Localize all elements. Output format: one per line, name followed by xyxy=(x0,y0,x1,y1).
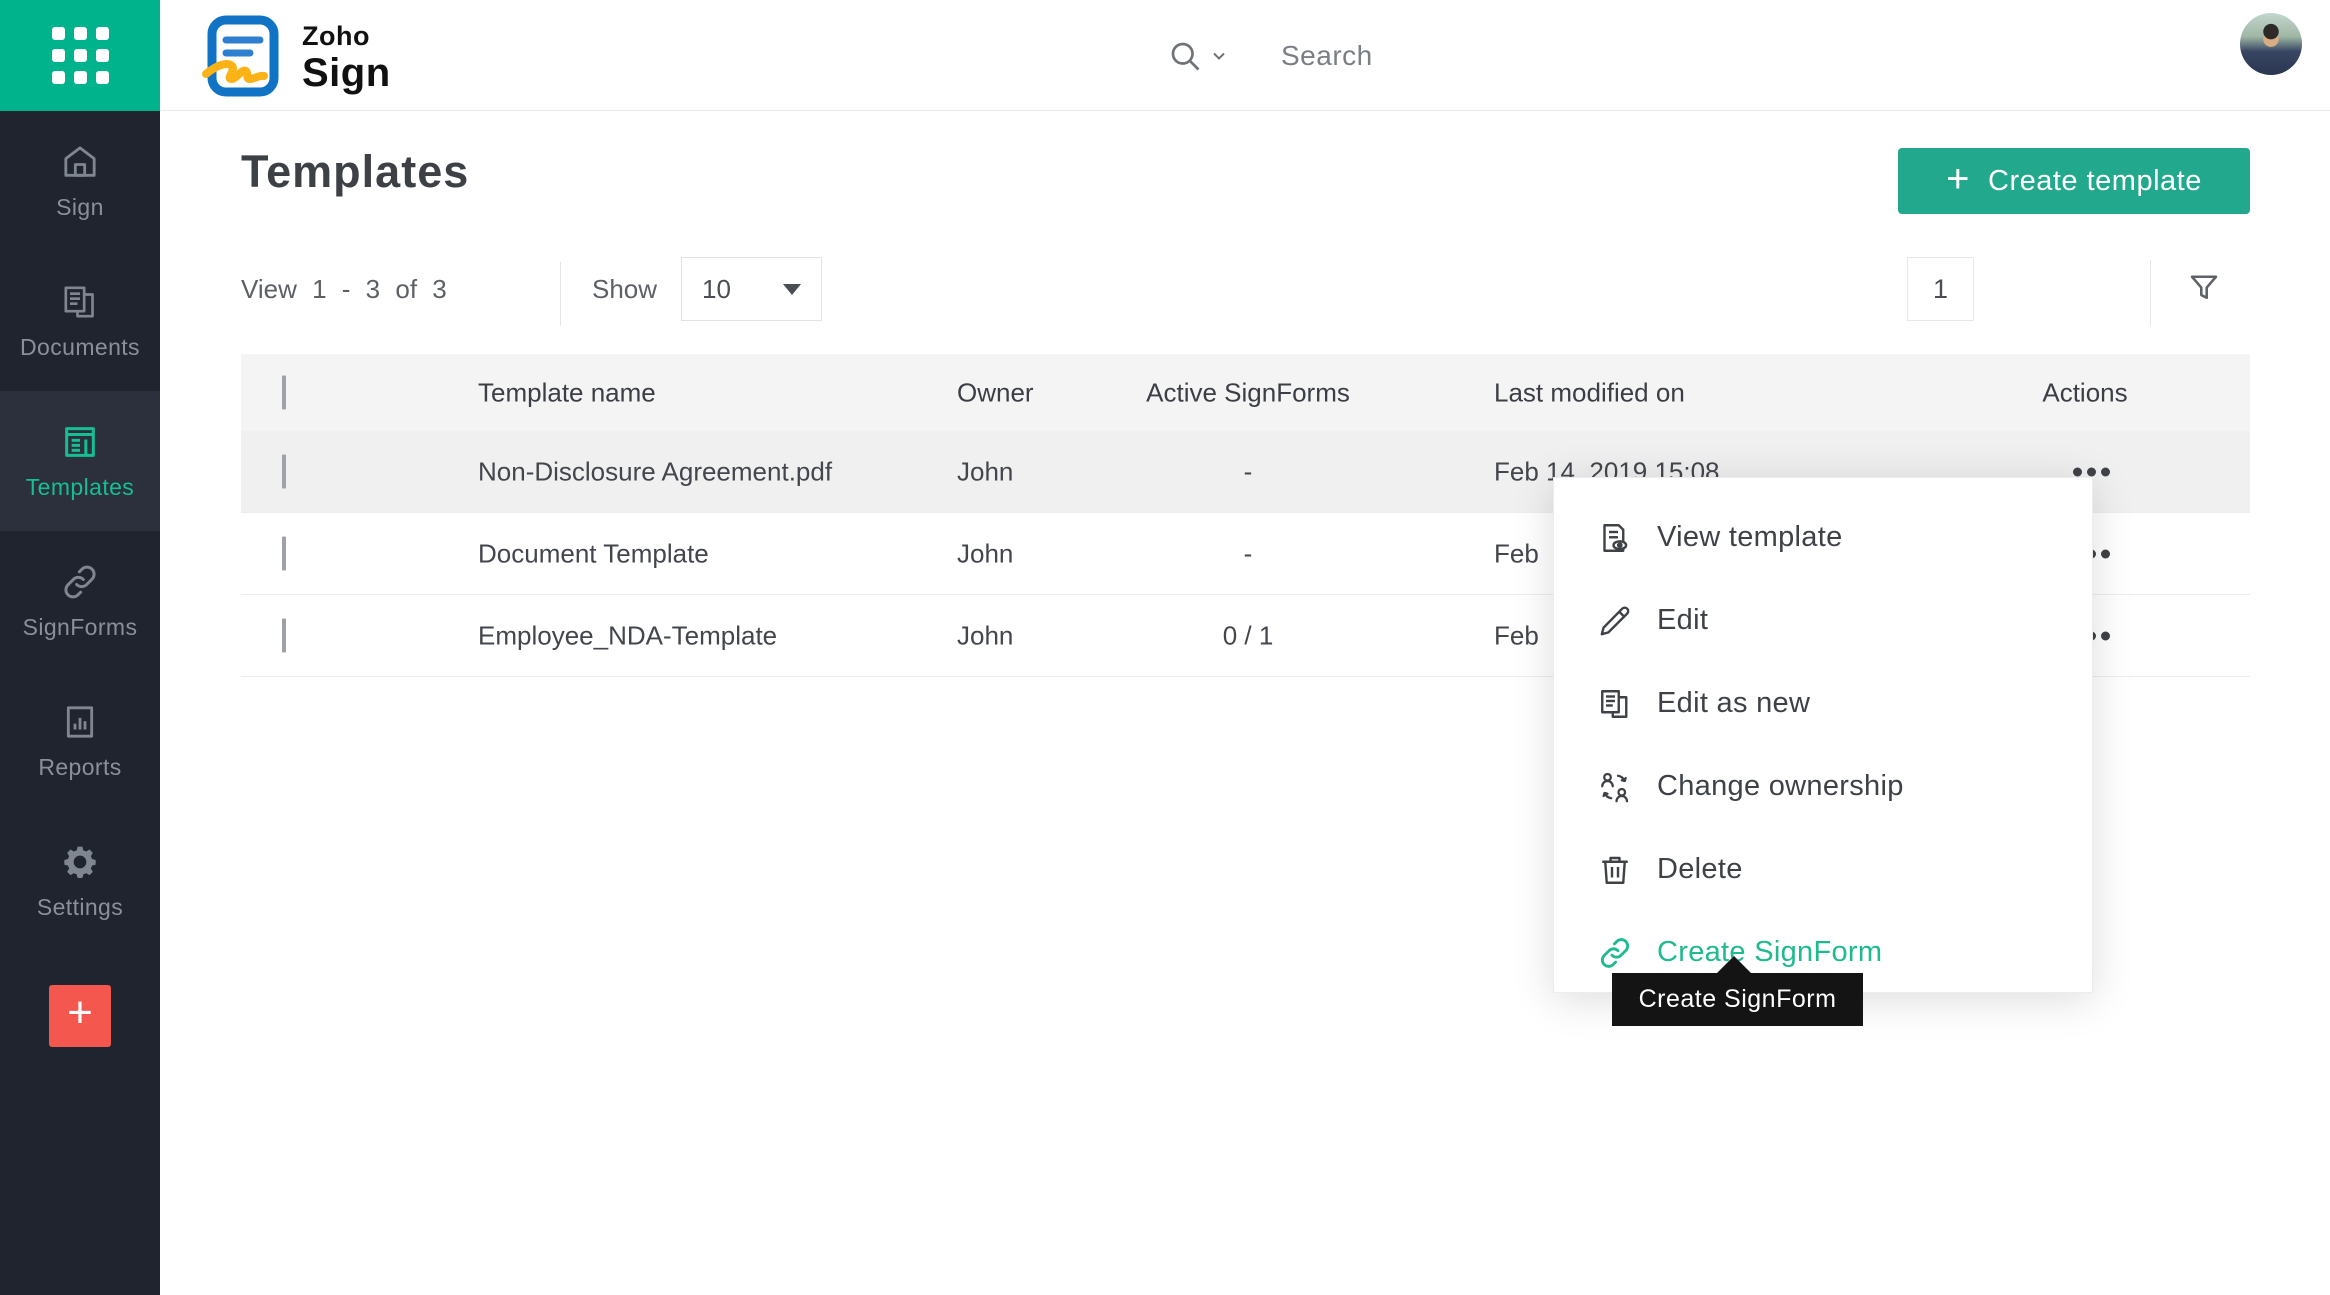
last-modified-value: Feb xyxy=(1494,620,1539,651)
link-icon xyxy=(1597,935,1633,971)
active-signforms-value: - xyxy=(1134,456,1362,487)
menu-item-edit[interactable]: Edit xyxy=(1554,579,2092,662)
template-owner: John xyxy=(957,620,1013,651)
menu-item-change-ownership[interactable]: Change ownership xyxy=(1554,745,2092,828)
trash-icon xyxy=(1597,852,1633,888)
pencil-icon xyxy=(1597,603,1633,639)
divider xyxy=(2150,260,2151,326)
row-actions-button[interactable] xyxy=(2073,467,2110,476)
sidebar-item-label: SignForms xyxy=(23,614,138,641)
filter-funnel-icon xyxy=(2186,270,2222,306)
user-avatar[interactable] xyxy=(2240,13,2302,75)
sidebar-item-label: Templates xyxy=(26,474,134,501)
sidebar-item-documents[interactable]: Documents xyxy=(0,251,160,391)
documents-icon xyxy=(60,282,100,322)
sidebar: Sign Documents Templates xyxy=(0,111,160,1295)
page-title: Templates xyxy=(241,146,469,198)
active-signforms-value: 0 / 1 xyxy=(1134,620,1362,651)
menu-item-delete[interactable]: Delete xyxy=(1554,828,2092,911)
menu-item-edit-as-new[interactable]: Edit as new xyxy=(1554,662,2092,745)
plus-icon: + xyxy=(1946,159,1970,199)
gear-icon xyxy=(60,842,100,882)
sidebar-item-label: Sign xyxy=(56,194,104,221)
logo-app-name: Zoho xyxy=(302,23,391,50)
create-template-button[interactable]: + Create template xyxy=(1898,148,2250,214)
divider xyxy=(560,262,561,326)
table-header-row: Template name Owner Active SignForms Las… xyxy=(241,354,2250,431)
page-size-select[interactable]: 10 xyxy=(681,257,822,321)
apps-grid-icon xyxy=(52,27,109,84)
topbar: Zoho Sign xyxy=(0,0,2330,111)
row-checkbox[interactable] xyxy=(282,536,286,570)
column-header-owner: Owner xyxy=(957,377,1034,408)
column-header-active-signforms: Active SignForms xyxy=(1134,377,1362,408)
sidebar-item-signforms[interactable]: SignForms xyxy=(0,531,160,671)
current-page-box[interactable]: 1 xyxy=(1907,257,1974,321)
select-all-checkbox[interactable] xyxy=(282,375,286,409)
active-signforms-value: - xyxy=(1134,538,1362,569)
column-header-template-name: Template name xyxy=(478,377,656,408)
row-actions-context-menu: View template Edit Edit as new Change ow… xyxy=(1553,477,2093,993)
reports-icon xyxy=(60,702,100,742)
column-header-last-modified: Last modified on xyxy=(1494,377,1685,408)
chevron-down-icon xyxy=(1209,46,1229,66)
sidebar-item-label: Documents xyxy=(20,334,140,361)
logo-product-name: Sign xyxy=(302,53,391,93)
last-modified-value: Feb xyxy=(1494,538,1539,569)
sidebar-item-templates[interactable]: Templates xyxy=(0,391,160,531)
templates-icon xyxy=(60,422,100,462)
sign-document-icon xyxy=(198,12,286,100)
row-checkbox[interactable] xyxy=(282,454,286,488)
sidebar-item-label: Settings xyxy=(37,894,123,921)
view-template-icon xyxy=(1597,520,1633,556)
menu-item-view-template[interactable]: View template xyxy=(1554,496,2092,579)
link-icon xyxy=(60,562,100,602)
sidebar-item-sign[interactable]: Sign xyxy=(0,111,160,251)
change-ownership-icon xyxy=(1597,769,1633,805)
view-summary: View 1 - 3 of 3 xyxy=(241,274,447,305)
show-label: Show xyxy=(592,274,657,305)
search-input[interactable] xyxy=(1281,40,1801,72)
template-owner: John xyxy=(957,538,1013,569)
edit-as-new-icon xyxy=(1597,686,1633,722)
column-header-actions: Actions xyxy=(2020,377,2150,408)
sidebar-item-label: Reports xyxy=(38,754,121,781)
template-owner: John xyxy=(957,456,1013,487)
caret-down-icon xyxy=(783,284,801,295)
template-name[interactable]: Document Template xyxy=(478,538,709,569)
page-size-value: 10 xyxy=(702,274,731,305)
filter-button[interactable] xyxy=(2186,270,2222,306)
template-name[interactable]: Non-Disclosure Agreement.pdf xyxy=(478,456,832,487)
search-scope-button[interactable] xyxy=(1167,38,1229,74)
quick-add-button[interactable]: + xyxy=(49,985,111,1047)
home-icon xyxy=(60,142,100,182)
template-name[interactable]: Employee_NDA-Template xyxy=(478,620,777,651)
create-signform-tooltip: Create SignForm xyxy=(1612,973,1863,1026)
row-checkbox[interactable] xyxy=(282,618,286,652)
sidebar-item-reports[interactable]: Reports xyxy=(0,671,160,811)
apps-menu-button[interactable] xyxy=(0,0,160,111)
zoho-sign-logo: Zoho Sign xyxy=(198,12,391,100)
sidebar-item-settings[interactable]: Settings xyxy=(0,811,160,951)
search-icon xyxy=(1167,38,1203,74)
